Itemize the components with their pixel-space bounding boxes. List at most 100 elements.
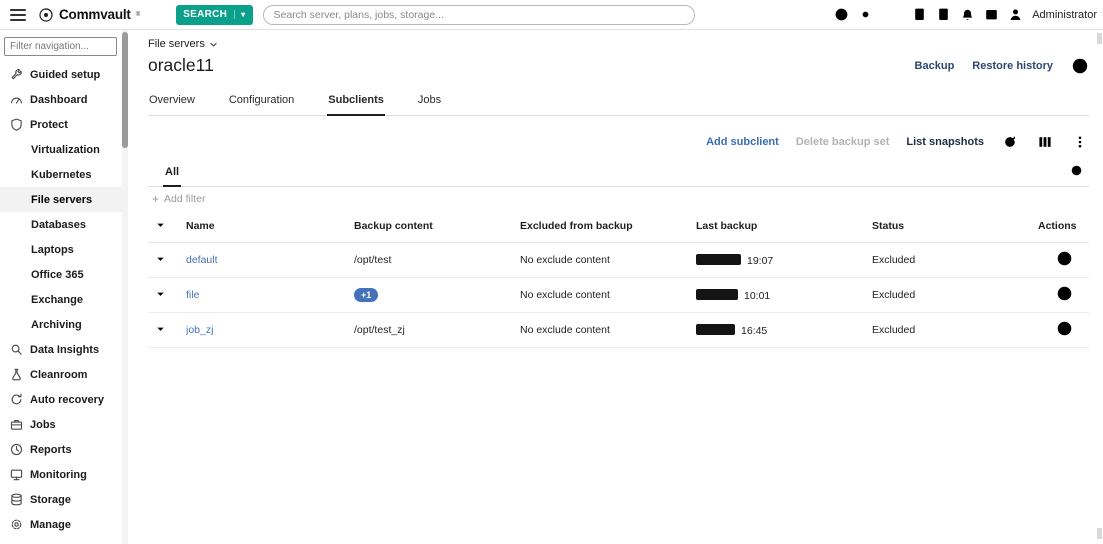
- tab-configuration[interactable]: Configuration: [228, 90, 295, 115]
- sidebar-item-databases[interactable]: Databases: [0, 212, 128, 237]
- sidebar-item-label: Storage: [30, 494, 71, 506]
- excluded-from-backup-cell: No exclude content: [520, 278, 696, 313]
- subclient-name-link[interactable]: default: [186, 254, 218, 266]
- last-backup-cell: 10:01: [696, 278, 872, 313]
- sidebar-item-monitoring[interactable]: Monitoring: [0, 462, 128, 487]
- guided-setup-icon: [9, 68, 23, 81]
- row-expand-chevron-icon[interactable]: [153, 252, 168, 267]
- row-expand-chevron-icon[interactable]: [153, 287, 168, 302]
- row-actions-ellipsis-icon[interactable]: [1056, 285, 1073, 302]
- sidebar-item-label: Databases: [31, 219, 86, 231]
- bell-icon[interactable]: [958, 6, 976, 24]
- filter-navigation-input[interactable]: [4, 37, 117, 56]
- brand-name: Commvault: [59, 7, 131, 22]
- monitoring-screen-icon: [9, 468, 23, 481]
- grid-toolbar: Add subclient Delete backup set List sna…: [148, 133, 1089, 151]
- page-scrollbar-top[interactable]: [1097, 33, 1102, 44]
- theme-toggle-icon[interactable]: [856, 6, 874, 24]
- column-header-backup-content[interactable]: Backup content: [354, 210, 520, 243]
- sidebar: Guided setup Dashboard Protect Virtualiz…: [0, 30, 128, 544]
- breadcrumb[interactable]: File servers: [148, 38, 1089, 50]
- sidebar-item-storage[interactable]: Storage: [0, 487, 128, 512]
- delete-backup-set-button: Delete backup set: [796, 136, 890, 148]
- column-header-name[interactable]: Name: [186, 210, 354, 243]
- calendar-icon[interactable]: [982, 6, 1000, 24]
- page-scrollbar-bottom[interactable]: [1097, 528, 1102, 539]
- tab-jobs[interactable]: Jobs: [417, 90, 442, 115]
- page-tabs: Overview Configuration Subclients Jobs: [148, 90, 1089, 116]
- sidebar-item-cleanroom[interactable]: Cleanroom: [0, 362, 128, 387]
- search-button[interactable]: SEARCH ▾: [176, 5, 252, 25]
- chevron-down-icon: ▾: [234, 10, 245, 19]
- add-filter-button[interactable]: + Add filter: [148, 187, 1089, 210]
- brand-trademark: ®: [136, 12, 140, 18]
- data-insights-icon: [9, 343, 23, 356]
- plus-icon: +: [152, 193, 159, 205]
- logged-in-user[interactable]: Administrator: [1032, 9, 1097, 21]
- tab-subclients[interactable]: Subclients: [327, 90, 385, 115]
- sidebar-item-jobs[interactable]: Jobs: [0, 412, 128, 437]
- user-icon[interactable]: [1006, 6, 1024, 24]
- row-expand-chevron-icon[interactable]: [153, 322, 168, 337]
- column-header-excluded-from-backup[interactable]: Excluded from backup: [520, 210, 696, 243]
- list-snapshots-button[interactable]: List snapshots: [906, 136, 984, 148]
- sidebar-item-archiving[interactable]: Archiving: [0, 312, 128, 337]
- sidebar-item-manage[interactable]: Manage: [0, 512, 128, 537]
- view-tab-all[interactable]: All: [163, 166, 181, 186]
- sidebar-item-file-servers[interactable]: File servers: [0, 187, 128, 212]
- sidebar-item-laptops[interactable]: Laptops: [0, 237, 128, 262]
- grid-settings-gear-icon[interactable]: [1069, 163, 1087, 181]
- sidebar-item-label: Laptops: [31, 244, 74, 256]
- column-header-status[interactable]: Status: [872, 210, 1038, 243]
- sidebar-item-auto-recovery[interactable]: Auto recovery: [0, 387, 128, 412]
- sidebar-item-kubernetes[interactable]: Kubernetes: [0, 162, 128, 187]
- column-header-last-backup[interactable]: Last backup: [696, 210, 872, 243]
- refresh-icon[interactable]: [1001, 133, 1019, 151]
- sidebar-item-label: Data Insights: [30, 344, 99, 356]
- more-actions-icon[interactable]: [1071, 57, 1089, 75]
- sidebar-item-protect[interactable]: Protect: [0, 112, 128, 137]
- sidebar-item-label: Kubernetes: [31, 169, 92, 181]
- sidebar-item-reports[interactable]: Reports: [0, 437, 128, 462]
- breadcrumb-label: File servers: [148, 38, 205, 50]
- sidebar-scrollbar: [122, 30, 128, 544]
- hamburger-menu-icon[interactable]: [8, 5, 28, 25]
- document-icon[interactable]: [910, 6, 928, 24]
- backup-content-cell: /opt/test: [354, 243, 520, 278]
- sidebar-item-office-365[interactable]: Office 365: [0, 262, 128, 287]
- expand-all-chevron-icon[interactable]: [153, 218, 168, 233]
- columns-icon[interactable]: [1036, 133, 1054, 151]
- table-row: default /opt/test No exclude content 19:…: [148, 243, 1089, 278]
- subclient-name-link[interactable]: job_zj: [186, 324, 213, 336]
- commvault-logo-icon: [38, 7, 54, 23]
- sidebar-item-data-insights[interactable]: Data Insights: [0, 337, 128, 362]
- restore-history-button[interactable]: Restore history: [972, 60, 1053, 72]
- subclient-name-link[interactable]: file: [186, 289, 199, 301]
- add-subclient-button[interactable]: Add subclient: [706, 136, 779, 148]
- sidebar-item-exchange[interactable]: Exchange: [0, 287, 128, 312]
- last-backup-time: 16:45: [741, 325, 767, 337]
- global-search-input[interactable]: [263, 5, 695, 25]
- status-cell: Excluded: [872, 243, 1038, 278]
- sidebar-item-dashboard[interactable]: Dashboard: [0, 87, 128, 112]
- sidebar-item-virtualization[interactable]: Virtualization: [0, 137, 128, 162]
- search-button-label: SEARCH: [183, 9, 227, 20]
- storage-database-icon: [9, 493, 23, 506]
- chart-doc-icon[interactable]: [934, 6, 952, 24]
- content-count-badge[interactable]: +1: [354, 288, 378, 302]
- sidebar-item-guided-setup[interactable]: Guided setup: [0, 62, 128, 87]
- backup-button[interactable]: Backup: [915, 60, 955, 72]
- auto-recovery-icon: [9, 393, 23, 406]
- row-actions-ellipsis-icon[interactable]: [1056, 250, 1073, 267]
- sidebar-item-label: Jobs: [30, 419, 56, 431]
- help-icon[interactable]: ?: [832, 6, 850, 24]
- reports-clock-icon: [9, 443, 23, 456]
- excluded-from-backup-cell: No exclude content: [520, 243, 696, 278]
- row-actions-ellipsis-icon[interactable]: [1056, 320, 1073, 337]
- bar-chart-icon[interactable]: [886, 6, 904, 24]
- sidebar-scrollbar-thumb[interactable]: [122, 32, 128, 148]
- status-cell: Excluded: [872, 313, 1038, 348]
- tab-overview[interactable]: Overview: [148, 90, 196, 115]
- dashboard-icon: [9, 93, 23, 106]
- kebab-menu-icon[interactable]: [1071, 133, 1089, 151]
